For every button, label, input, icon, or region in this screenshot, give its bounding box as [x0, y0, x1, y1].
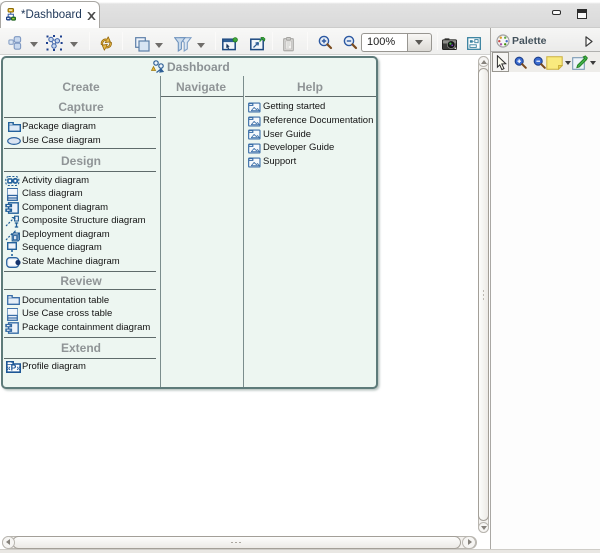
svg-text:«P»: «P» [6, 363, 21, 373]
